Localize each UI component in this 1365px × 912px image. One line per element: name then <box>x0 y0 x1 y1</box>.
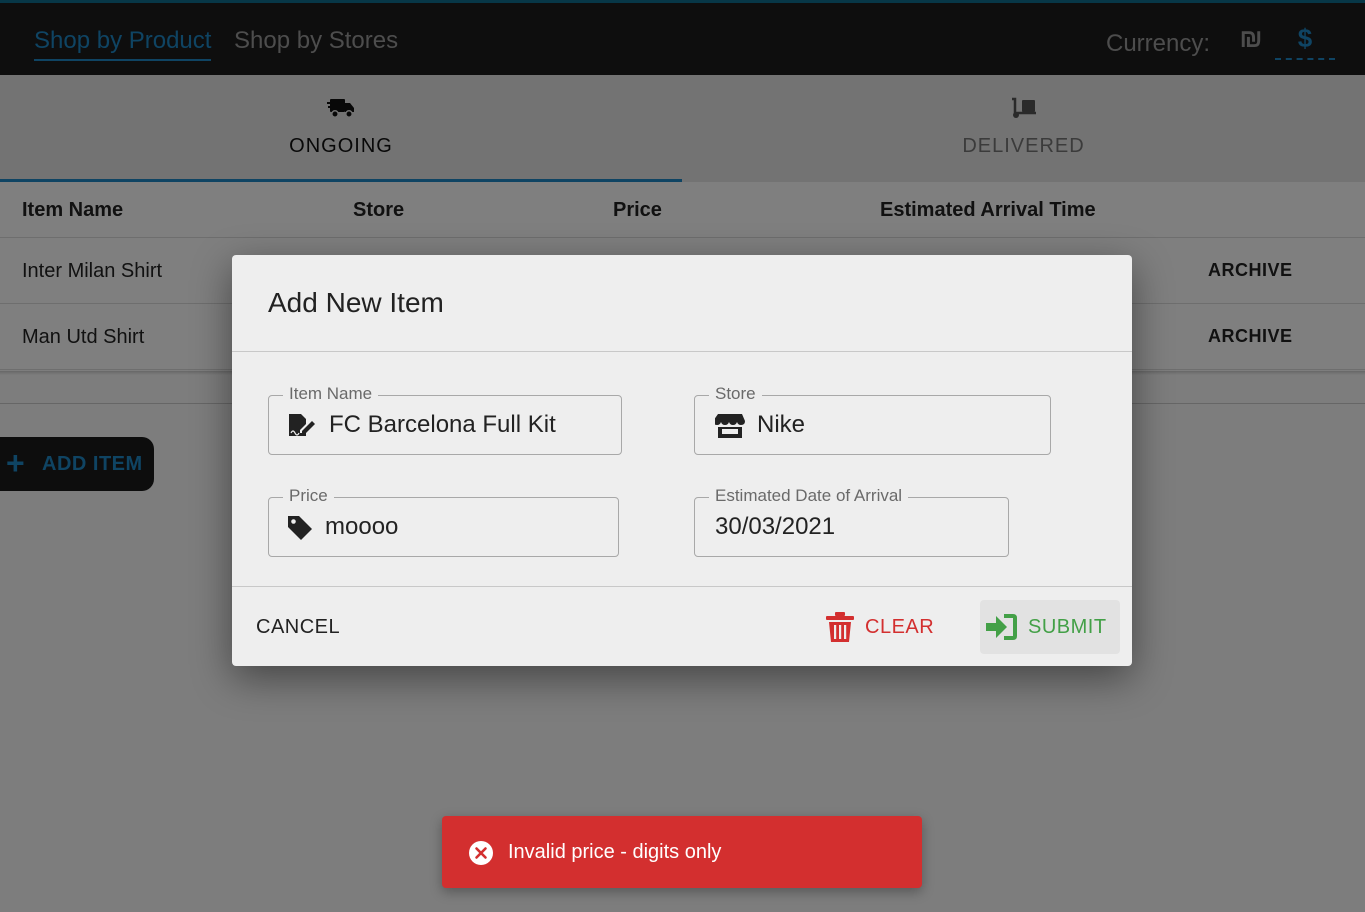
clear-button[interactable]: CLEAR <box>822 600 942 654</box>
dialog-divider <box>232 351 1132 352</box>
submit-button[interactable]: SUBMIT <box>980 600 1120 654</box>
submit-label: SUBMIT <box>1028 616 1107 638</box>
trash-icon <box>826 612 854 642</box>
cancel-label: CANCEL <box>256 616 341 638</box>
arrival-date-field[interactable]: Estimated Date of Arrival 30/03/2021 <box>694 486 1009 557</box>
price-value: moooo <box>325 513 399 540</box>
store-label: Store <box>709 384 762 404</box>
store-icon <box>715 414 745 438</box>
arrival-date-value: 30/03/2021 <box>715 513 836 540</box>
price-label: Price <box>283 486 334 506</box>
item-name-field[interactable]: Item Name FC Barcelona Full Kit <box>268 384 622 455</box>
snackbar-message: Invalid price - digits only <box>508 841 722 863</box>
store-field[interactable]: Store Nike <box>694 384 1051 455</box>
error-circle-icon <box>469 841 493 865</box>
error-snackbar: Invalid price - digits only <box>442 816 922 888</box>
sign-in-icon <box>986 614 1017 640</box>
store-value: Nike <box>757 411 806 438</box>
price-field[interactable]: Price moooo <box>268 486 619 557</box>
tag-icon <box>288 516 312 540</box>
file-signature-icon <box>289 414 315 436</box>
arrival-date-label: Estimated Date of Arrival <box>709 486 909 506</box>
dialog-divider <box>232 586 1132 587</box>
clear-label: CLEAR <box>865 616 935 638</box>
add-item-dialog: Add New Item Item Name FC Barcelona Full… <box>232 255 1132 666</box>
item-name-value: FC Barcelona Full Kit <box>329 411 556 438</box>
item-name-label: Item Name <box>283 384 379 404</box>
dialog-title: Add New Item <box>268 287 444 318</box>
